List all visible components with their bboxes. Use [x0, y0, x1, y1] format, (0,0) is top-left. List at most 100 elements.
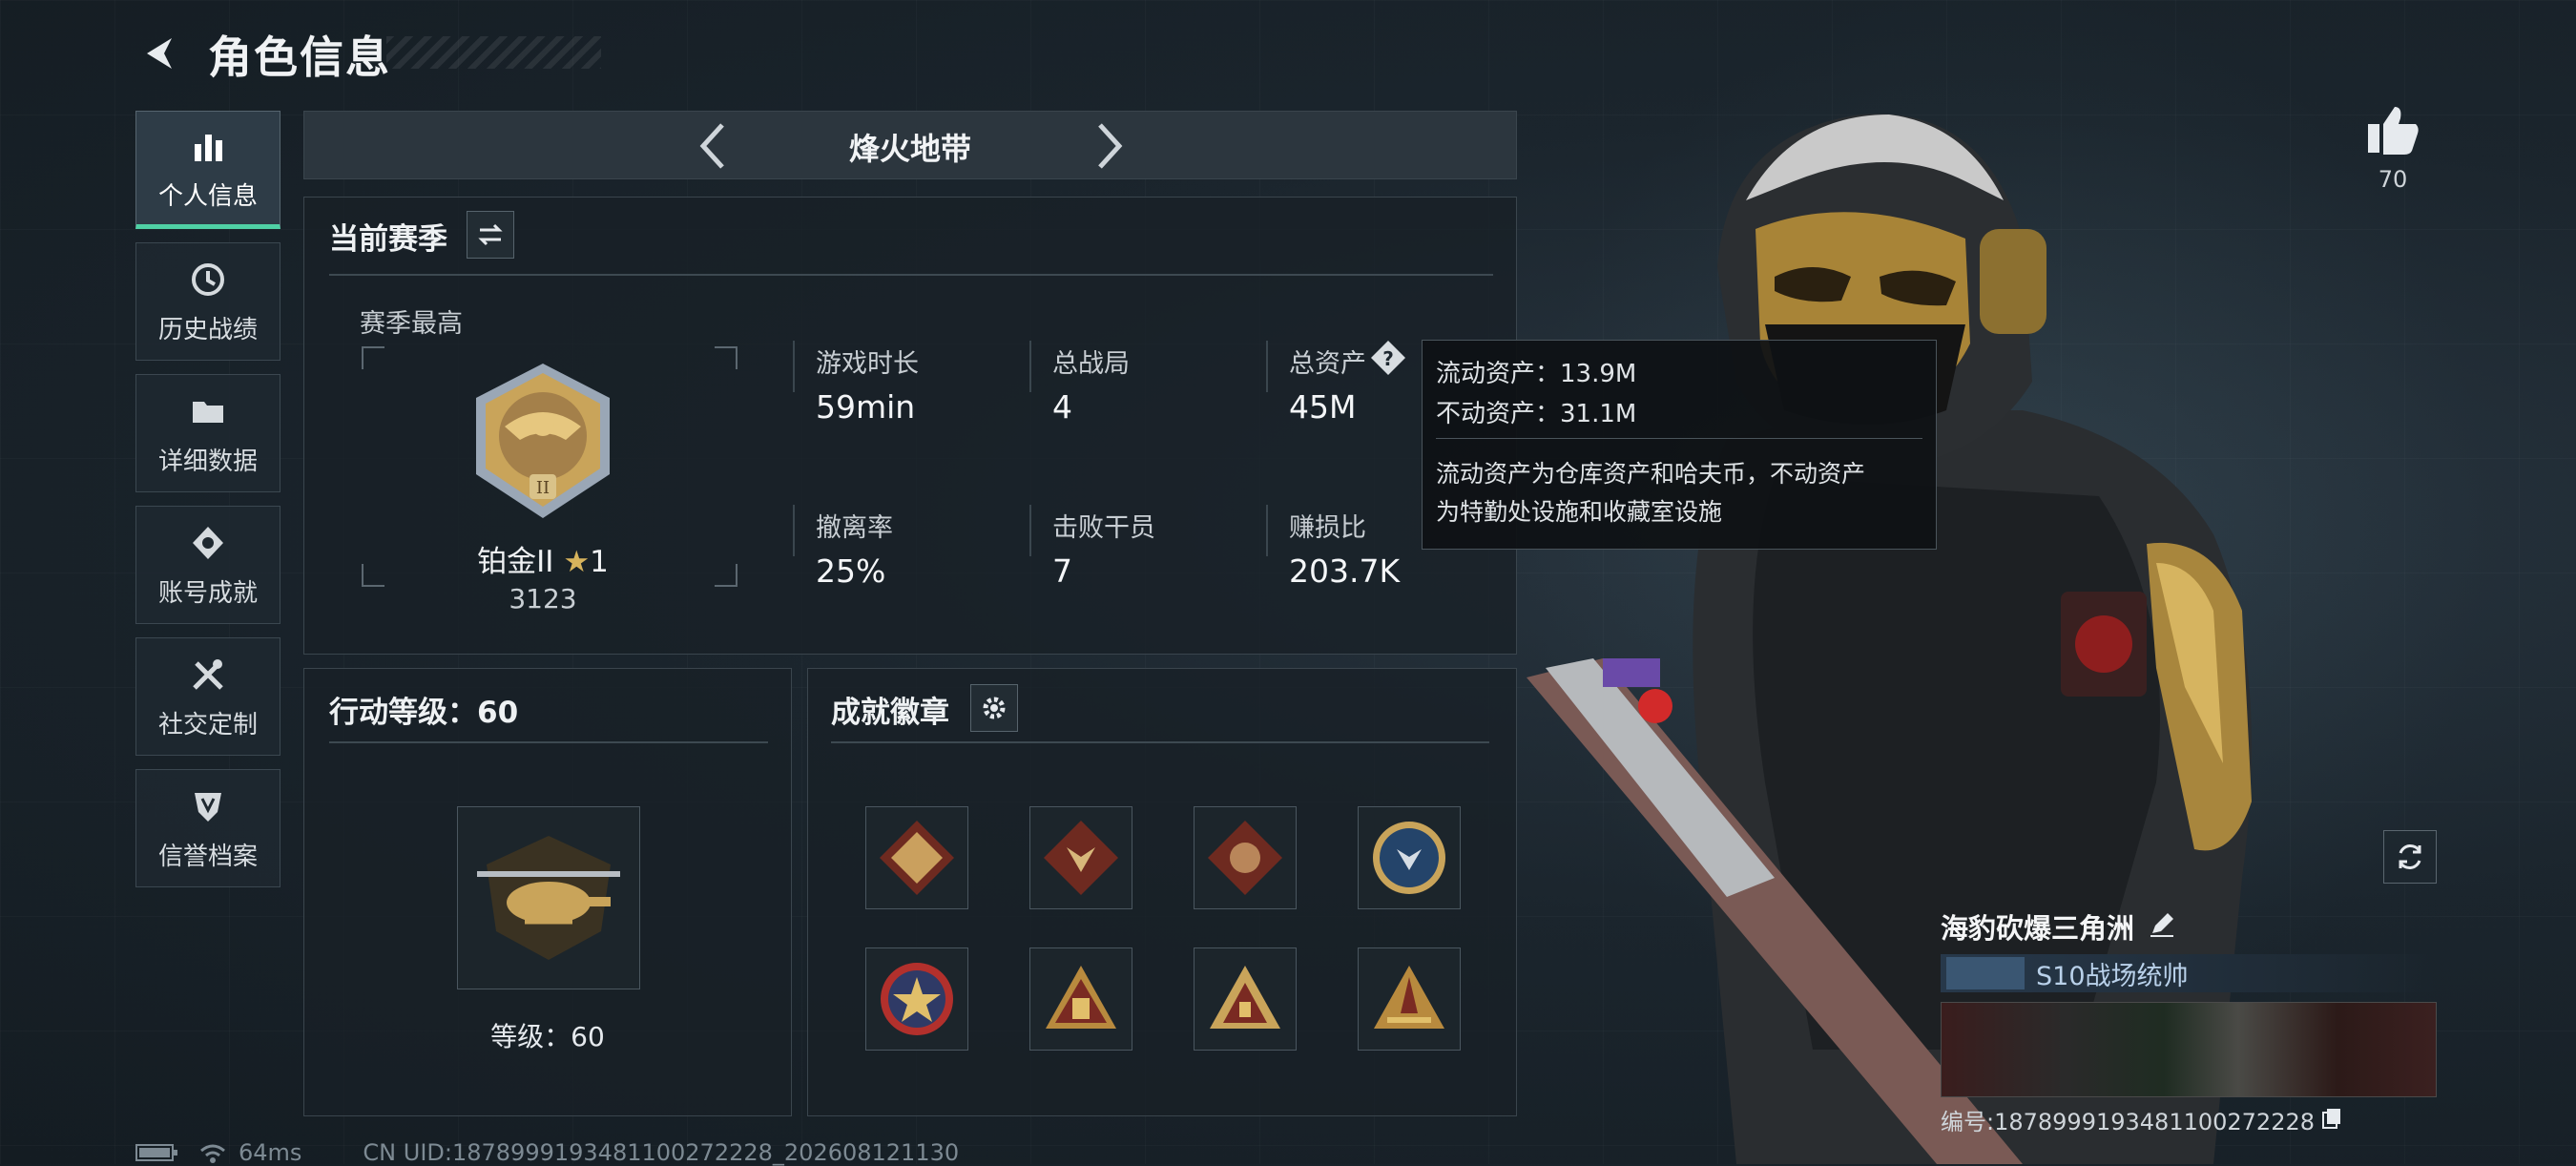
dragon-badge-icon — [1208, 821, 1282, 895]
wolf-badge-icon — [1044, 821, 1118, 895]
stat-value: 7 — [1052, 552, 1072, 590]
tooltip-desc-line1: 流动资产为仓库资产和哈夫币，不动资产 — [1436, 460, 1866, 488]
sidebar-item-label: 信誉档案 — [157, 842, 258, 871]
achievement-badge[interactable] — [865, 947, 968, 1051]
rank-star-icon: ★ — [563, 545, 591, 579]
stat-label: 赚损比 — [1289, 513, 1366, 543]
helicopter-emblem-icon — [477, 836, 620, 960]
divider — [831, 741, 1489, 743]
chevron-right-icon — [1098, 123, 1123, 169]
rocket-badge-icon — [1374, 966, 1444, 1029]
tooltip-liquid: 流动资产：13.9M — [1436, 360, 1637, 388]
stat-value: 4 — [1052, 388, 1072, 426]
copy-icon — [2322, 1108, 2341, 1129]
copy-id-button[interactable] — [2320, 1106, 2343, 1135]
level-text: 等级：60 — [490, 1021, 605, 1052]
figures-badge-icon — [1046, 966, 1116, 1029]
achievement-badge[interactable] — [1029, 806, 1132, 909]
achievements-title: 成就徽章 — [831, 696, 949, 730]
svg-text:II: II — [536, 478, 550, 498]
badge-settings-button[interactable] — [970, 684, 1018, 732]
season-title: 当前赛季 — [329, 222, 447, 257]
action-level-panel: 行动等级：60 等级：60 — [303, 668, 792, 1116]
divider — [329, 741, 768, 743]
rotate-character-button[interactable] — [2383, 830, 2437, 884]
wifi-icon — [200, 1144, 225, 1163]
stat-label: 游戏时长 — [816, 349, 919, 379]
achievement-badge[interactable] — [1029, 947, 1132, 1051]
like-count: 70 — [2378, 166, 2408, 193]
player-title-band: S10战场统帅 — [1941, 954, 2437, 992]
rank-display: 铂金II ★1 — [400, 537, 686, 580]
sidebar-item-profile[interactable]: 个人信息 — [135, 111, 280, 229]
achievement-badge[interactable] — [1194, 947, 1297, 1051]
player-id: 编号:1878999193481100272228 — [1941, 1109, 2316, 1135]
diamond-badge-icon — [187, 522, 229, 564]
rank-emblem: II — [476, 364, 610, 518]
sidebar-item-details[interactable]: 详细数据 — [135, 374, 280, 492]
sidebar: 个人信息 历史战绩 详细数据 账号成就 社交定制 信誉档案 — [135, 111, 282, 901]
sidebar-item-social[interactable]: 社交定制 — [135, 637, 280, 756]
achievement-badge[interactable] — [865, 806, 968, 909]
sidebar-item-achievements[interactable]: 账号成就 — [135, 506, 280, 624]
stat-value: 25% — [816, 552, 886, 590]
player-card: 海豹砍爆三角洲 S10战场统帅 编号:187899919348110027222… — [1941, 906, 2437, 1136]
stat-label: 总资产 — [1289, 349, 1366, 379]
clock-icon — [187, 259, 229, 301]
bull-badge-icon — [880, 821, 954, 895]
stat-label: 总战局 — [1052, 349, 1130, 379]
frame-corner — [715, 346, 737, 369]
divider — [1266, 505, 1268, 556]
edit-name-button[interactable] — [2148, 910, 2176, 943]
season-best-label: 赛季最高 — [360, 309, 463, 339]
divider — [1436, 438, 1922, 439]
ping-text: 64ms — [239, 1139, 302, 1166]
divider — [1029, 341, 1031, 392]
bar-chart-icon — [187, 125, 229, 167]
achievements-panel: 成就徽章 — [807, 668, 1517, 1116]
asset-help-button[interactable]: ? — [1369, 339, 1407, 381]
star-emblem-badge-icon — [881, 963, 953, 1035]
question-icon: ? — [1371, 341, 1405, 375]
back-button[interactable] — [134, 27, 187, 80]
achievement-badge[interactable] — [1194, 806, 1297, 909]
rank-name: 铂金II — [477, 545, 554, 579]
frame-corner — [362, 346, 384, 369]
divider — [793, 341, 795, 392]
sidebar-item-history[interactable]: 历史战绩 — [135, 242, 280, 361]
shield-icon — [187, 785, 229, 827]
frame-corner — [715, 564, 737, 587]
svg-text:?: ? — [1382, 347, 1394, 370]
tools-icon — [187, 654, 229, 696]
frame-corner — [362, 564, 384, 587]
sidebar-item-credit[interactable]: 信誉档案 — [135, 769, 280, 887]
action-level-title: 行动等级：60 — [329, 696, 519, 730]
tooltip-desc-line2: 为特勤处设施和收藏室设施 — [1436, 498, 1723, 526]
achievement-badge[interactable] — [1358, 806, 1461, 909]
switch-season-button[interactable] — [467, 211, 514, 259]
like-button[interactable]: 70 — [2362, 103, 2423, 193]
tooltip-fixed: 不动资产：31.1M — [1436, 400, 1637, 428]
sidebar-item-label: 个人信息 — [157, 181, 258, 211]
thumbs-up-icon — [2368, 107, 2419, 155]
stat-label: 击败干员 — [1052, 513, 1155, 543]
gear-icon — [983, 697, 1006, 719]
battery-icon — [135, 1144, 177, 1161]
stat-value: 45M — [1289, 388, 1357, 426]
next-mode-button[interactable] — [1083, 119, 1136, 173]
mode-title: 烽火地带 — [848, 131, 971, 167]
stat-value: 203.7K — [1289, 552, 1401, 590]
player-title: S10战场统帅 — [2036, 961, 2189, 991]
divider — [1266, 341, 1268, 392]
season-panel: 当前赛季 赛季最高 II 铂金II ★1 3123 游戏时长 59min 总战局… — [303, 197, 1517, 655]
achievement-badge[interactable] — [1358, 947, 1461, 1051]
status-bar: 64ms CN UID:1878999193481100272228_20260… — [135, 1139, 959, 1166]
mode-selector: 烽火地带 — [303, 111, 1517, 179]
swap-icon — [478, 223, 503, 246]
player-name: 海豹砍爆三角洲 — [1941, 912, 2135, 945]
stat-value: 59min — [816, 388, 916, 426]
sidebar-item-label: 历史战绩 — [157, 315, 258, 344]
uid-text: CN UID:1878999193481100272228_2026081211… — [363, 1139, 960, 1166]
asset-tooltip: 流动资产：13.9M 不动资产：31.1M 流动资产为仓库资产和哈夫币，不动资产… — [1422, 340, 1937, 550]
level-emblem-frame — [457, 806, 640, 989]
